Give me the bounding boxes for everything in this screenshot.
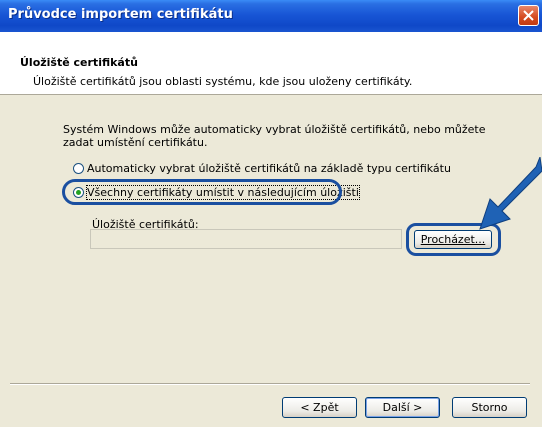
content-area: Systém Windows může automaticky vybrat ú… bbox=[0, 95, 542, 427]
pointer-arrow-icon bbox=[479, 157, 542, 230]
cancel-button[interactable]: Storno bbox=[452, 397, 527, 418]
page-description: Úložiště certifikátů jsou oblasti systém… bbox=[33, 75, 413, 88]
page-title: Úložiště certifikátů bbox=[20, 56, 138, 69]
back-button[interactable]: < Zpět bbox=[282, 397, 357, 418]
header-panel: Úložiště certifikátů Úložiště certifikát… bbox=[0, 32, 542, 95]
import-wizard-window: Průvodce importem certifikátu Úložiště c… bbox=[0, 0, 542, 427]
title-bar[interactable]: Průvodce importem certifikátu bbox=[0, 0, 542, 32]
close-button[interactable] bbox=[518, 5, 539, 26]
radio-auto-select[interactable]: Automaticky vybrat úložiště certifikátů … bbox=[73, 160, 451, 176]
certificate-store-field[interactable] bbox=[90, 229, 402, 249]
window-title: Průvodce importem certifikátu bbox=[8, 7, 233, 22]
intro-text: Systém Windows může automaticky vybrat ú… bbox=[63, 123, 486, 149]
footer-divider bbox=[10, 383, 530, 385]
radio-label[interactable]: Automaticky vybrat úložiště certifikátů … bbox=[87, 162, 451, 175]
highlight-oval bbox=[62, 179, 342, 205]
radio-button[interactable] bbox=[73, 162, 84, 174]
next-button[interactable]: Další > bbox=[365, 397, 440, 418]
